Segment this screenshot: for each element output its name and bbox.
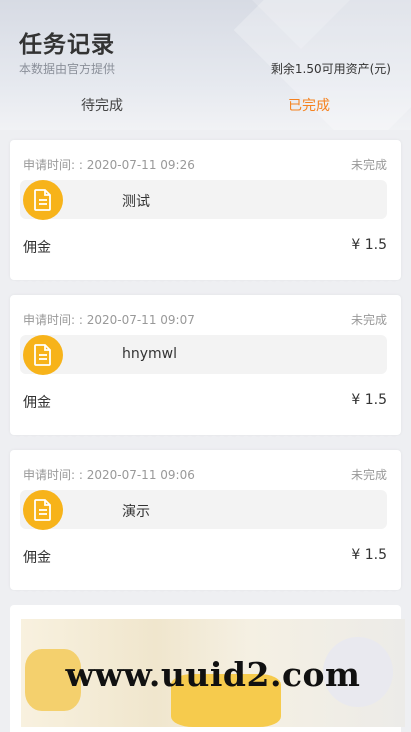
task-record: 申请时间: : 2020-07-11 09:26 未完成 测试 佣金 ¥ 1.5 [0,130,411,285]
balance-text: 剩余1.50可用资产(元) [270,62,391,76]
tab-completed[interactable]: 已完成 [288,95,330,115]
task-box: 演示 [20,490,387,530]
task-name: 测试 [122,194,150,210]
fee-value: ¥ 1.5 [351,237,387,253]
task-status: 未完成 [350,158,387,172]
fee-label: 佣金 [23,240,51,256]
task-status: 未完成 [350,313,387,327]
task-name: 演示 [122,504,150,520]
watermark-banner: www.uuid2.com [21,619,405,727]
page-title: 任务记录 [19,32,115,58]
apply-time: 申请时间: : 2020-07-11 09:06 [23,468,195,482]
fee-value: ¥ 1.5 [351,547,387,563]
apply-time: 申请时间: : 2020-07-11 09:07 [23,313,195,327]
task-box: hnymwl [20,335,387,375]
tab-pending[interactable]: 待完成 [81,95,123,115]
watermark-text: www.uuid2.com [65,655,361,694]
document-icon [23,180,63,220]
fee-value: ¥ 1.5 [351,392,387,408]
apply-time: 申请时间: : 2020-07-11 09:26 [23,158,195,172]
fee-label: 佣金 [23,550,51,566]
task-record: 申请时间: : 2020-07-11 09:06 未完成 演示 佣金 ¥ 1.5 [0,440,411,595]
document-icon [23,490,63,530]
document-icon [23,335,63,375]
fee-label: 佣金 [23,395,51,411]
task-list: 申请时间: : 2020-07-11 09:26 未完成 测试 佣金 ¥ 1.5… [0,130,411,595]
task-card[interactable]: 申请时间: : 2020-07-11 09:26 未完成 测试 佣金 ¥ 1.5 [10,140,401,284]
task-name: hnymwl [122,346,178,362]
task-box: 测试 [20,180,387,220]
page-header: 任务记录 本数据由官方提供 剩余1.50可用资产(元) 待完成 已完成 [0,0,411,130]
task-card[interactable]: 申请时间: : 2020-07-11 09:06 未完成 演示 佣金 ¥ 1.5 [10,450,401,594]
task-card[interactable]: 申请时间: : 2020-07-11 09:07 未完成 hnymwl 佣金 ¥… [10,295,401,439]
task-record: 申请时间: : 2020-07-11 09:07 未完成 hnymwl 佣金 ¥… [0,285,411,440]
task-status: 未完成 [350,468,387,482]
page-subtitle: 本数据由官方提供 [19,62,116,76]
